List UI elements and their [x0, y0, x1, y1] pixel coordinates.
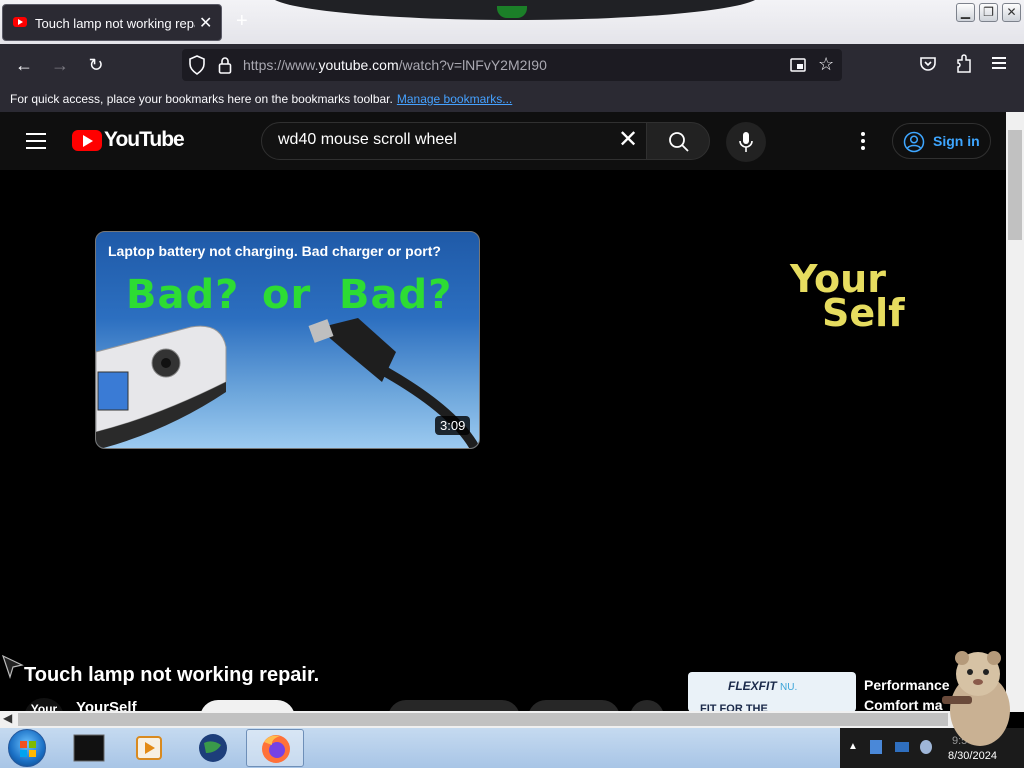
screen: Touch lamp not working repair. ✕ + ▁ ❐ ✕…: [0, 0, 1024, 768]
browser-tab[interactable]: Touch lamp not working repair. ✕: [2, 4, 222, 41]
terminal-icon: [73, 734, 105, 762]
youtube-logo-icon[interactable]: [72, 130, 102, 151]
video-title: Touch lamp not working repair.: [24, 664, 320, 686]
hamster-mascot-image: [942, 651, 1010, 746]
youtube-favicon-icon: [13, 17, 27, 27]
more-vert-icon[interactable]: [861, 132, 865, 153]
manage-bookmarks-link[interactable]: Manage bookmarks...: [397, 92, 512, 106]
card-title: Laptop battery not charging. Bad charger…: [108, 243, 441, 259]
pocket-icon[interactable]: [919, 55, 937, 78]
voice-search-button[interactable]: [726, 122, 766, 162]
tab-close-button[interactable]: ✕: [199, 13, 212, 33]
channel-watermark[interactable]: Your Self: [790, 260, 905, 335]
forward-arrow-icon[interactable]: →: [49, 54, 71, 76]
extensions-icon[interactable]: [955, 54, 973, 79]
url-bar[interactable]: https://www.youtube.com/watch?v=lNFvY2M2…: [182, 49, 842, 81]
close-window-button[interactable]: ✕: [1002, 3, 1021, 22]
window-decoration-light: [497, 6, 527, 18]
card-duration: 3:09: [435, 416, 471, 435]
card-thumbnail-word-2: or: [262, 272, 312, 318]
clear-search-button[interactable]: ✕: [618, 128, 638, 152]
horizontal-scrollbar-thumb[interactable]: [18, 713, 948, 726]
taskbar-app-globe[interactable]: [184, 729, 242, 767]
star-icon[interactable]: ☆: [818, 54, 834, 75]
os-taskbar: ▲ 9:5 8/30/2024: [0, 728, 1024, 768]
tab-title: Touch lamp not working repair.: [35, 16, 195, 31]
search-button[interactable]: [646, 122, 710, 160]
minimize-button[interactable]: ▁: [956, 3, 975, 22]
show-hidden-icons-icon[interactable]: ▲: [848, 741, 858, 752]
search-icon: [668, 131, 690, 158]
back-arrow-icon[interactable]: ←: [13, 54, 35, 76]
lock-icon[interactable]: [218, 56, 232, 79]
horizontal-scrollbar[interactable]: ◀: [0, 711, 1006, 728]
microphone-icon: [739, 131, 753, 158]
bookmarks-toolbar: For quick access, place your bookmarks h…: [0, 86, 1024, 112]
ad-banner[interactable]: FLEXFIT NU. FIT FOR THE: [688, 672, 856, 712]
sign-in-button[interactable]: Sign in: [892, 123, 991, 159]
url-text: https://www.youtube.com/watch?v=lNFvY2M2…: [243, 57, 547, 73]
new-tab-button[interactable]: +: [236, 10, 248, 33]
scrollbar-thumb[interactable]: [1008, 130, 1022, 240]
youtube-logo-text[interactable]: YouTube: [104, 128, 185, 152]
tray-app-icon-3[interactable]: [920, 740, 932, 754]
reload-icon[interactable]: ↻: [85, 54, 107, 76]
media-player-icon: [136, 736, 162, 760]
windows-logo-icon: [20, 741, 36, 757]
ad-brand-name: FLEXFIT: [728, 679, 777, 693]
menu-icon[interactable]: [992, 57, 1006, 69]
search-input[interactable]: [278, 131, 598, 149]
taskbar-app-firefox[interactable]: [246, 729, 304, 767]
ad-brand: FLEXFIT NU.: [728, 679, 797, 693]
url-domain: youtube.com: [318, 57, 399, 73]
globe-icon: [199, 734, 227, 762]
hamburger-icon[interactable]: [26, 133, 46, 149]
tray-app-icon-2[interactable]: [895, 742, 909, 752]
browser-tab-bar: Touch lamp not working repair. ✕ + ▁ ❐ ✕: [0, 0, 1024, 44]
navigation-toolbar: ← → ↻ https://www.youtube.com/watch?v=lN…: [0, 44, 1024, 86]
mouse-cursor-icon: [1, 654, 24, 684]
thumbnail-image: [96, 318, 479, 448]
tray-app-icon-1[interactable]: [870, 740, 882, 754]
start-button[interactable]: [8, 729, 46, 767]
bookmarks-message-text: For quick access, place your bookmarks h…: [10, 92, 393, 106]
endscreen-video-card[interactable]: Laptop battery not charging. Bad charger…: [95, 231, 480, 449]
scroll-left-arrow-icon[interactable]: ◀: [3, 711, 12, 725]
user-icon: [903, 131, 925, 156]
taskbar-app-terminal[interactable]: [60, 729, 118, 767]
firefox-icon: [262, 735, 290, 763]
url-suffix: /watch?v=lNFvY2M2I90: [398, 57, 547, 73]
vertical-scrollbar[interactable]: [1006, 112, 1024, 712]
sign-in-label: Sign in: [933, 133, 980, 149]
restore-button[interactable]: ❐: [979, 3, 998, 22]
ad-brand-suffix: NU.: [780, 682, 798, 693]
card-thumbnail-word-1: Bad?: [126, 272, 240, 318]
shield-icon[interactable]: [188, 55, 206, 80]
picture-in-picture-icon[interactable]: [790, 57, 806, 78]
card-thumbnail-word-3: Bad?: [339, 272, 453, 318]
youtube-header: YouTube ✕ Sign in: [0, 112, 1006, 170]
search-box: ✕: [261, 122, 647, 160]
bookmarks-message: For quick access, place your bookmarks h…: [10, 92, 512, 106]
taskbar-date[interactable]: 8/30/2024: [948, 750, 997, 762]
taskbar-app-media-player[interactable]: [120, 729, 178, 767]
channel-watermark-line2: Self: [822, 291, 905, 335]
url-prefix: https://www.: [243, 57, 319, 73]
